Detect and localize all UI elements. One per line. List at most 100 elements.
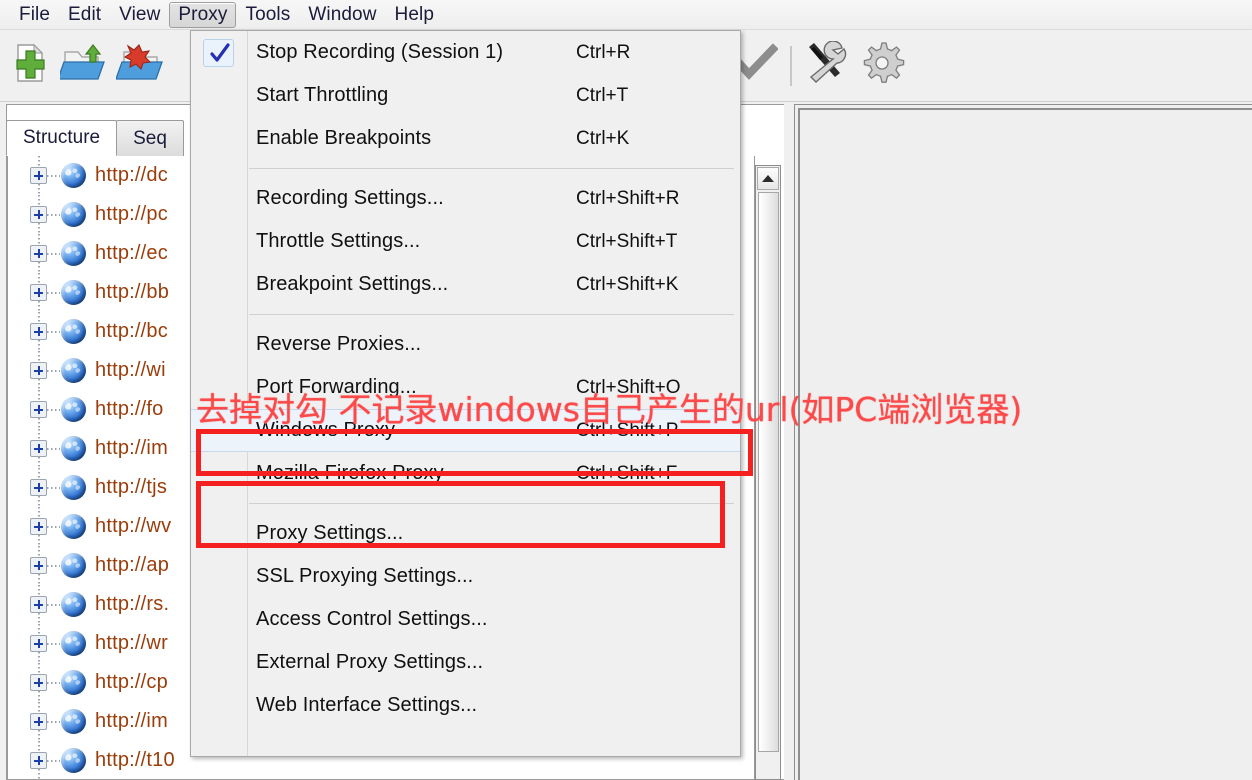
tree-item-label: http://bc [95,320,168,342]
menu-item-accelerator: Ctrl+T [576,84,629,106]
menu-item-recording-settings[interactable]: Recording Settings... Ctrl+Shift+R [191,177,740,220]
tree-item-label: http://dc [95,164,168,186]
menu-edit[interactable]: Edit [59,2,110,28]
menu-item-reverse-proxies[interactable]: Reverse Proxies... [191,323,740,366]
globe-icon [61,358,86,383]
tools-icon [803,40,849,90]
globe-icon [61,514,86,539]
expand-plus-icon[interactable] [30,167,47,184]
menu-item-accelerator: Ctrl+Shift+K [576,273,679,295]
tree-dash [47,603,60,606]
checkmark-icon[interactable] [203,39,234,67]
expand-plus-icon[interactable] [30,674,47,691]
tools-button[interactable] [798,36,854,96]
globe-icon [61,631,86,656]
tree-dash [47,681,60,684]
menu-item-throttle-settings[interactable]: Throttle Settings... Ctrl+Shift+T [191,220,740,263]
expand-plus-icon[interactable] [30,323,47,340]
menu-item-label: Access Control Settings... [256,608,488,630]
globe-icon [61,241,86,266]
delete-folder-icon [115,40,164,91]
expand-plus-icon[interactable] [30,245,47,262]
menu-item-enable-breakpoints[interactable]: Enable Breakpoints Ctrl+K [191,117,740,160]
tab-strip: Structure Seq [6,118,184,156]
menu-file[interactable]: File [10,2,59,28]
globe-icon [61,670,86,695]
globe-icon [61,280,86,305]
globe-icon [61,319,86,344]
menu-item-web-interface-settings[interactable]: Web Interface Settings... [191,684,740,727]
globe-icon [61,553,86,578]
menu-view[interactable]: View [110,2,169,28]
expand-plus-icon[interactable] [30,206,47,223]
tree-item-label: http://pc [95,203,168,225]
tree-scrollbar[interactable] [755,165,781,780]
menu-separator [249,168,734,169]
menu-item-breakpoint-settings[interactable]: Breakpoint Settings... Ctrl+Shift+K [191,263,740,306]
tab-structure[interactable]: Structure [6,120,118,156]
tree-dash [47,291,60,294]
toolbar-separator [790,45,792,86]
globe-icon [61,709,86,734]
tab-sequence[interactable]: Seq [116,120,184,156]
menu-item-label: Web Interface Settings... [256,694,478,716]
globe-icon [61,748,86,773]
menu-item-ssl-proxying-settings[interactable]: SSL Proxying Settings... [191,555,740,598]
menu-item-label: SSL Proxying Settings... [256,565,474,587]
expand-plus-icon[interactable] [30,284,47,301]
annotation-text: 去掉对勾 不记录windows自己产生的url(如PC端浏览器) [196,390,1023,429]
menu-item-start-throttling[interactable]: Start Throttling Ctrl+T [191,74,740,117]
tree-dash [47,486,60,489]
annotation-box-firefox-proxy [196,481,725,548]
menu-item-label: Throttle Settings... [256,230,421,252]
menu-item-label: Recording Settings... [256,187,444,209]
tree-dash [47,642,60,645]
menu-tools[interactable]: Tools [236,2,299,28]
detail-panel [794,104,1252,780]
menu-bar: File Edit View Proxy Tools Window Help [0,0,1252,30]
menu-window[interactable]: Window [299,2,385,28]
tree-dash [47,213,60,216]
expand-plus-icon[interactable] [30,440,47,457]
menu-item-label: External Proxy Settings... [256,651,484,673]
delete-folder-button[interactable] [112,36,168,96]
tree-item-label: http://im [95,710,168,732]
menu-item-accelerator: Ctrl+K [576,127,630,149]
tree-item-label: http://t10 [95,749,175,771]
expand-plus-icon[interactable] [30,557,47,574]
globe-icon [61,163,86,188]
menu-item-label: Enable Breakpoints [256,127,432,149]
globe-icon [61,475,86,500]
menu-item-label: Stop Recording (Session 1) [256,41,504,63]
menu-item-access-control-settings[interactable]: Access Control Settings... [191,598,740,641]
menu-help[interactable]: Help [386,2,443,28]
scroll-up-arrow-icon[interactable] [757,167,779,190]
expand-plus-icon[interactable] [30,362,47,379]
menu-item-label: Breakpoint Settings... [256,273,449,295]
tree-item-label: http://wi [95,359,166,381]
open-folder-icon [57,40,108,91]
menu-proxy[interactable]: Proxy [169,1,237,28]
settings-button[interactable] [854,36,910,96]
menu-item-external-proxy-settings[interactable]: External Proxy Settings... [191,641,740,684]
open-folder-button[interactable] [56,36,112,96]
expand-plus-icon[interactable] [30,713,47,730]
menu-item-label: Start Throttling [256,84,389,106]
expand-plus-icon[interactable] [30,752,47,769]
tree-dash [47,252,60,255]
scrollbar-thumb[interactable] [758,192,779,752]
expand-plus-icon[interactable] [30,596,47,613]
gear-icon [858,40,906,91]
expand-plus-icon[interactable] [30,401,47,418]
tree-dash [47,525,60,528]
menu-item-accelerator: Ctrl+Shift+T [576,230,678,252]
tree-dash [47,369,60,372]
menu-item-stop-recording-session-1[interactable]: Stop Recording (Session 1) Ctrl+R [191,31,740,74]
annotation-box-windows-proxy [196,429,753,476]
expand-plus-icon[interactable] [30,635,47,652]
tree-item-label: http://wr [95,632,168,654]
new-file-button[interactable] [0,36,56,96]
tree-item-label: http://cp [95,671,168,693]
expand-plus-icon[interactable] [30,479,47,496]
expand-plus-icon[interactable] [30,518,47,535]
